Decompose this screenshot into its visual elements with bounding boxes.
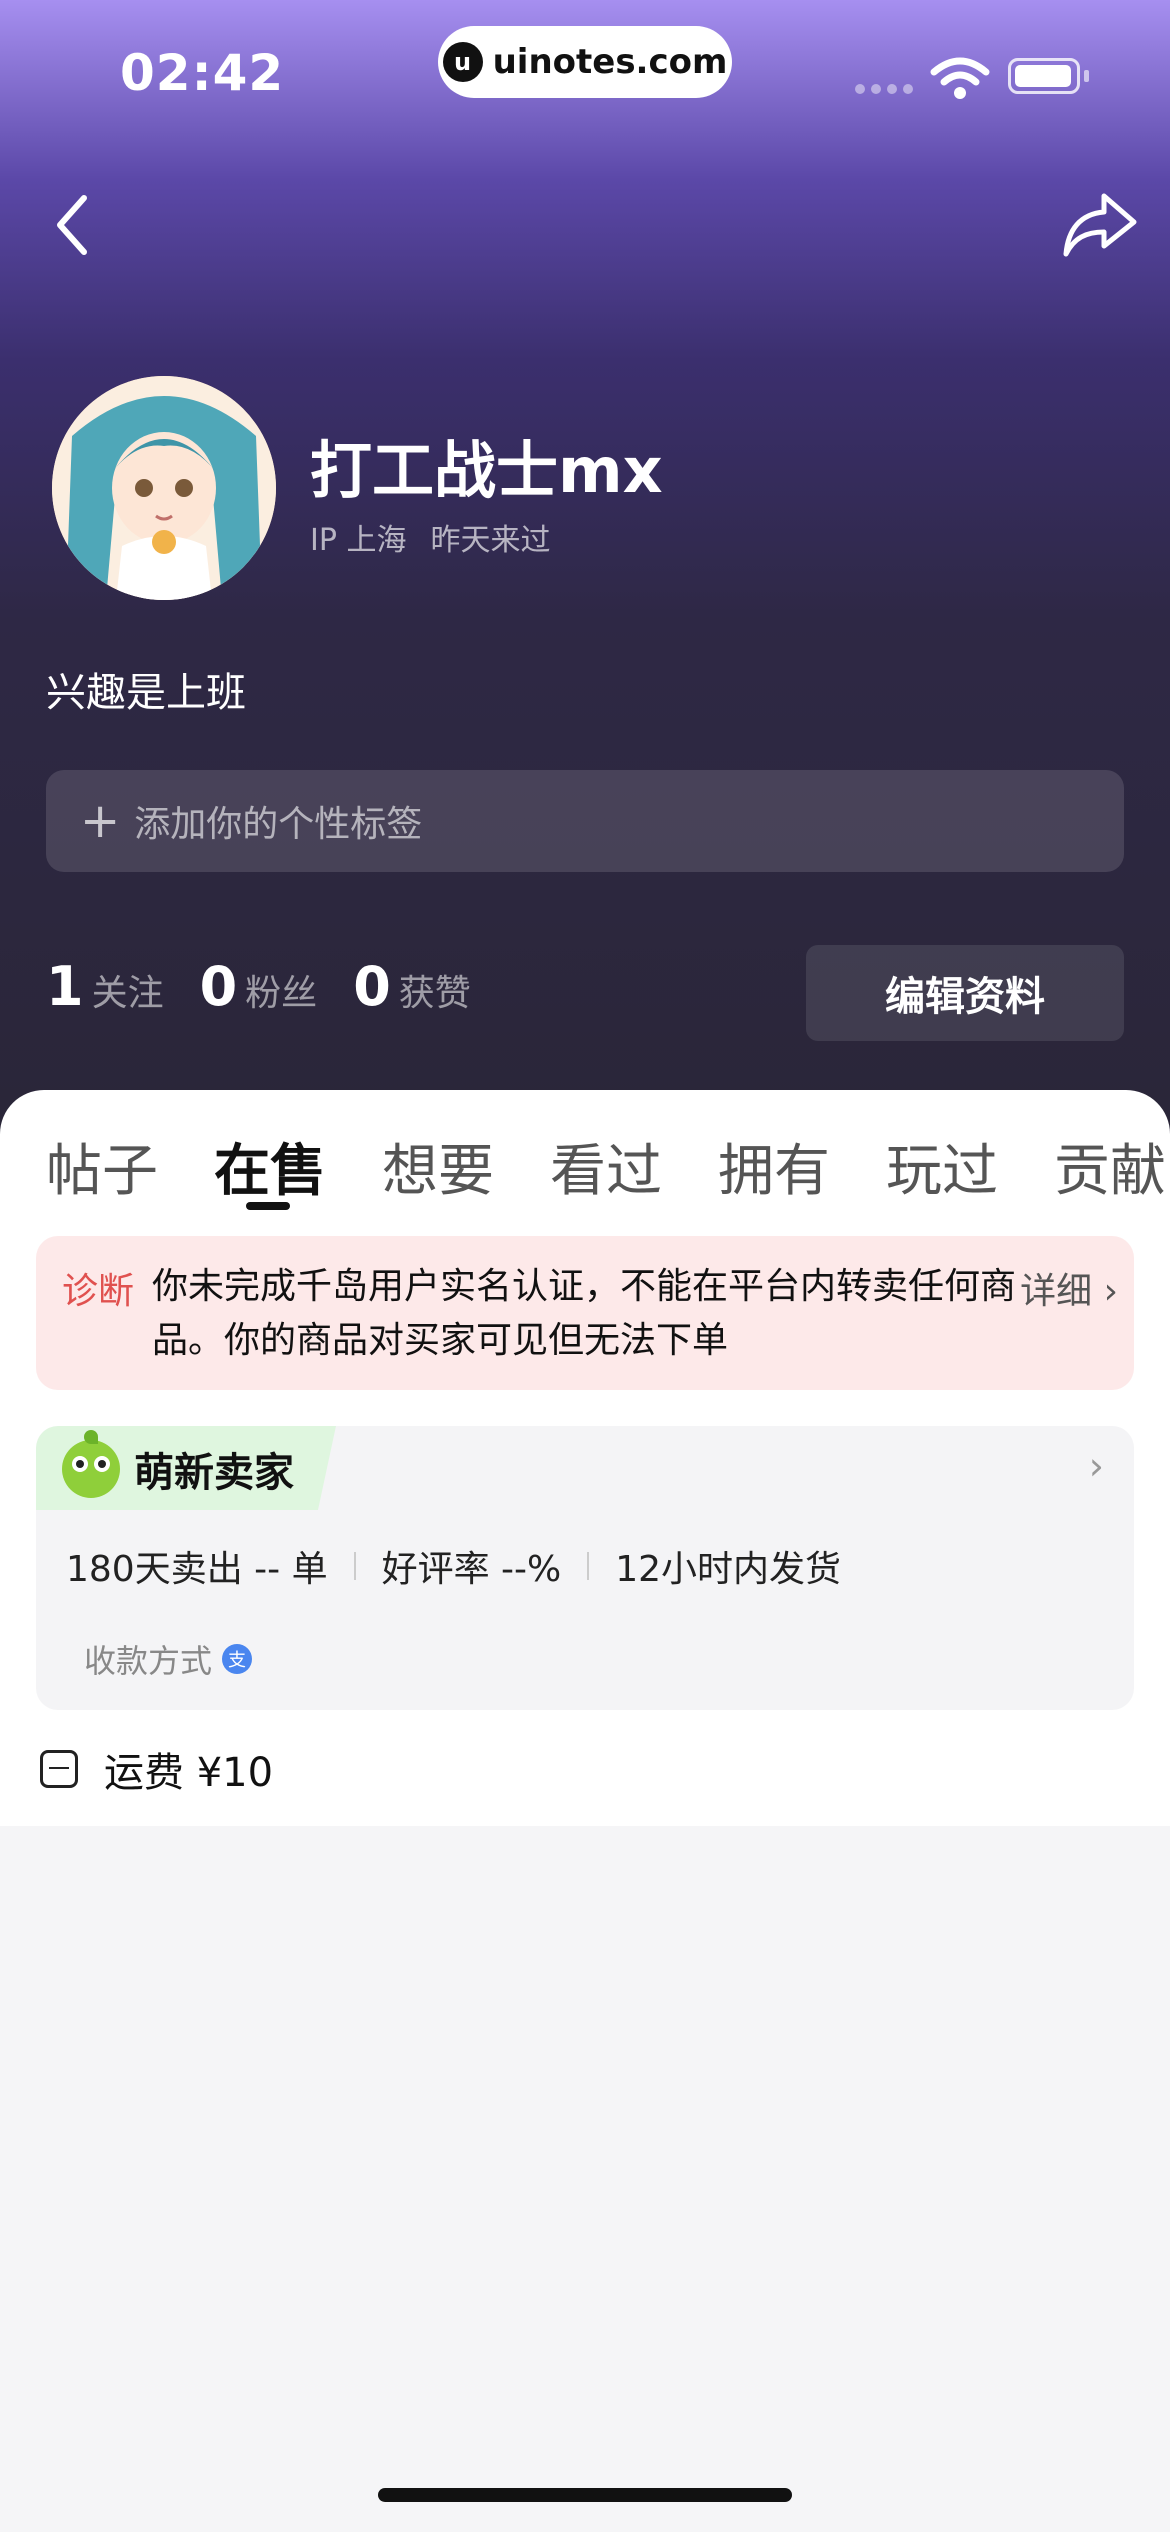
profile-stats: 1 关注 0 粉丝 0 获赞 [46,955,471,1018]
battery-cap [1084,70,1089,82]
status-time: 02:42 [120,44,285,102]
avatar-image [52,376,276,600]
ip-location: IP 上海 [310,523,407,558]
avatar[interactable] [52,376,276,600]
stat-count: 1 [46,955,84,1018]
divider [587,1552,590,1580]
stat-followers[interactable]: 0 粉丝 [200,955,318,1018]
profile-meta: IP 上海 昨天来过 [310,515,550,559]
stat-label: 获赞 [398,973,471,1014]
username: 打工战士mx [310,434,663,507]
tab-viewed[interactable]: 看过 [550,1126,718,1207]
plus-icon: + [80,793,121,849]
seller-title: 萌新卖家 [134,1450,294,1496]
seller-sold-count: 180天卖出 -- 单 [66,1549,328,1590]
battery-icon [1008,58,1080,94]
add-tag-button[interactable]: + 添加你的个性标签 [46,770,1124,872]
diagnosis-details-link[interactable]: 详细 › [1020,1262,1118,1314]
tab-played[interactable]: 玩过 [886,1126,1054,1207]
seller-rating: 好评率 --% [381,1549,562,1590]
share-arrow-icon[interactable] [1060,186,1140,266]
shipping-box-icon [40,1750,78,1788]
tab-posts[interactable]: 帖子 [46,1126,214,1207]
diagnosis-banner: 诊断 你未完成千岛用户实名认证，不能在平台内转卖任何商品。你的商品对买家可见但无… [36,1236,1134,1390]
active-tab-indicator [246,1202,290,1210]
stat-count: 0 [353,955,391,1018]
bio: 兴趣是上班 [46,670,246,716]
edit-profile-button[interactable]: 编辑资料 [806,945,1124,1041]
stat-following[interactable]: 1 关注 [46,955,164,1018]
profile-tabs: 帖子 在售 想要 看过 拥有 玩过 贡献 [46,1126,1170,1207]
last-seen: 昨天来过 [430,523,551,558]
seller-card[interactable]: 萌新卖家 › 180天卖出 -- 单 好评率 --% 12小时内发货 收款方式 … [36,1426,1134,1710]
watermark-pill: u uinotes.com [438,26,732,98]
watermark-logo-icon: u [442,42,483,82]
seller-stats: 180天卖出 -- 单 好评率 --% 12小时内发货 [66,1540,841,1592]
watermark-text: uinotes.com [492,42,728,82]
diagnosis-text: 你未完成千岛用户实名认证，不能在平台内转卖任何商品。你的商品对买家可见但无法下单 [152,1266,1017,1361]
shipping-fee-row: 运费 ¥10 [40,1740,273,1798]
stat-label: 粉丝 [245,973,318,1014]
tab-owned[interactable]: 拥有 [718,1126,886,1207]
stat-likes[interactable]: 0 获赞 [353,955,471,1018]
home-indicator [378,2488,792,2502]
stat-count: 0 [199,955,238,1018]
content-panel: 帖子 在售 想要 看过 拥有 玩过 贡献 诊断 你未完成千岛用户实名认证，不能在… [0,1090,1170,1826]
mascot-icon [62,1430,120,1498]
wifi-icon [930,57,990,99]
chevron-left-icon[interactable] [46,190,106,260]
signal-icon [855,84,913,94]
seller-shipping-time: 12小时内发货 [615,1549,842,1590]
payment-methods: 收款方式 支 [84,1636,253,1682]
tab-on-sale[interactable]: 在售 [214,1126,382,1207]
diagnosis-label: 诊断 [62,1271,135,1312]
tab-contributions[interactable]: 贡献 [1054,1126,1170,1207]
status-bar: 02:42 u uinotes.com [0,0,1170,140]
profile-header: 02:42 u uinotes.com 打工战士mx IP 上海 昨天来过 兴趣… [0,0,1170,1140]
add-tag-label: 添加你的个性标签 [134,804,423,845]
divider [353,1552,356,1580]
chevron-right-icon[interactable]: › [1089,1444,1104,1488]
alipay-icon: 支 [222,1644,253,1674]
tab-wanted[interactable]: 想要 [382,1126,550,1207]
payment-label: 收款方式 [84,1642,213,1680]
shipping-fee: 运费 ¥10 [104,1750,274,1796]
stat-label: 关注 [91,973,164,1014]
